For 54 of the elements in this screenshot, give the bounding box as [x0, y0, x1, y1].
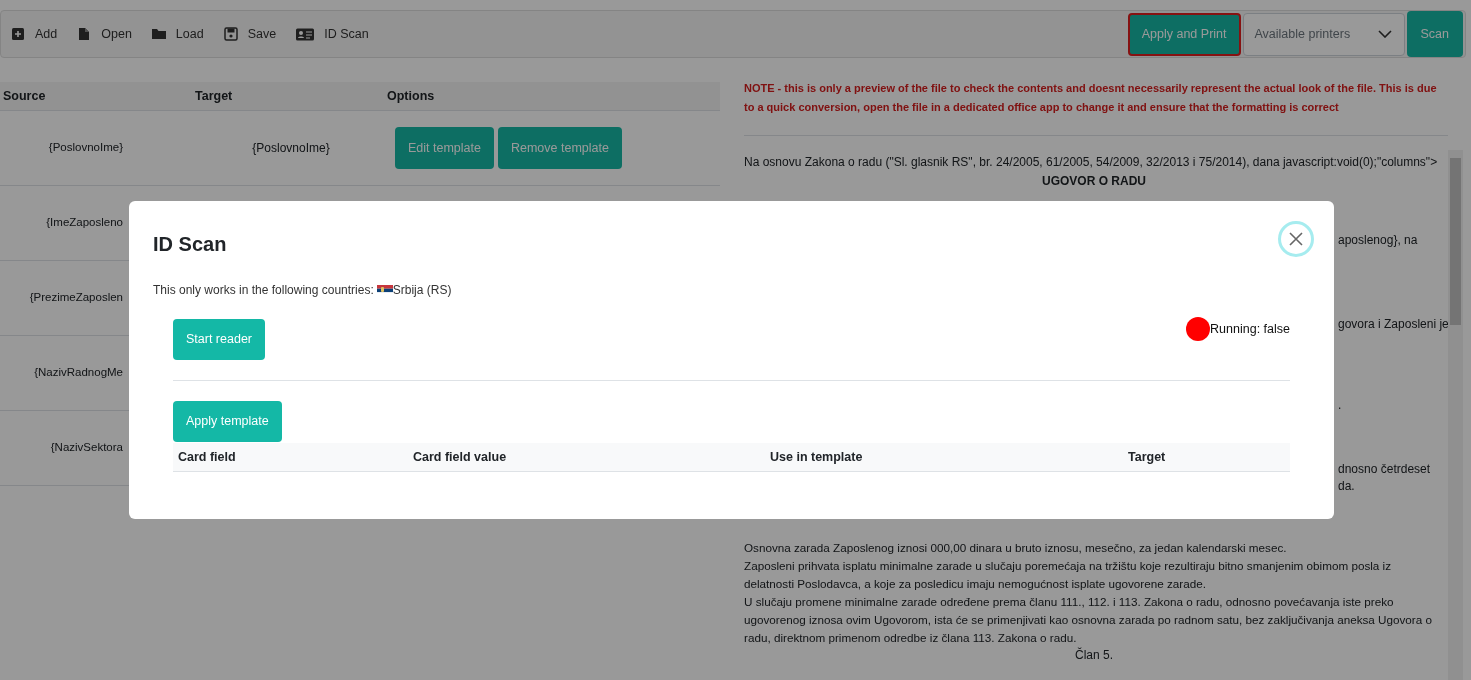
- table-cell-text: {NazivSektora: [50, 440, 123, 456]
- folder-icon: [151, 26, 166, 42]
- document-heading: UGOVOR O RADU: [1042, 173, 1146, 189]
- document-text: Osnovna zarada Zaposlenog iznosi 000,00 dinara u bruto iznosu, mesečno, za jedan kalendarski mesec.: [744, 540, 1287, 556]
- article-heading: Član 5.: [1075, 647, 1113, 664]
- country-name: Srbija (RS): [392, 282, 452, 299]
- status-label: Running: false: [1210, 320, 1290, 338]
- document-text: govora i Zaposleni je: [1338, 316, 1449, 333]
- document-text: delatnosti Poslodavca, a koje za posledicu imaju nemogućnost isplate ugovorene zarade.: [744, 576, 1206, 592]
- id-card-icon: [296, 26, 315, 42]
- printer-select[interactable]: Available printers: [1242, 12, 1405, 56]
- column-header: Target: [195, 87, 234, 105]
- apply-template-button[interactable]: Apply template: [173, 401, 282, 442]
- toolbar-button[interactable]: Save: [223, 24, 277, 44]
- toolbar-button[interactable]: Open: [77, 24, 132, 44]
- document-text: U slučaju promene minimalne zarade određene prema članu 111., 112. i 113. Zakona o radu, odnosno povećavanja iste preko: [744, 594, 1394, 610]
- document-text: da.: [1338, 478, 1355, 495]
- select-placeholder: Available printers: [1254, 25, 1351, 43]
- preview-note: NOTE - this is only a preview of the file to check the contents and doesnt necessarily represent the actual look of the file. This is due to a quick conversion, open the file in a dedicated office app to change it and ensure that the formatting is correct: [744, 79, 1448, 136]
- remove-template-button[interactable]: Remove template: [497, 127, 622, 169]
- document-text: Zaposleni prihvata isplatu minimalne zarade u slučaju poremećaja na tržištu koje rezultiraju bitno smanjenim obimom posla iz: [744, 558, 1392, 574]
- column-header: Target: [1128, 448, 1167, 466]
- column-header: Card field: [178, 448, 237, 466]
- start-reader-button[interactable]: Start reader: [173, 319, 265, 360]
- scan-button[interactable]: Scan: [1406, 11, 1463, 57]
- table-cell-text: {PoslovnoIme}: [252, 140, 330, 157]
- dialog-title: ID Scan: [153, 232, 227, 257]
- file-icon: [77, 26, 92, 42]
- document-text: Na osnovu Zakona o radu ("Sl. glasnik RS", br. 24/2005, 61/2005, 54/2009, 32/2013 i 75/2014), dana javascript:void(0);"columns">: [744, 154, 1438, 171]
- document-text: aposlenog}, na: [1338, 232, 1418, 249]
- document-text: .: [1338, 397, 1342, 414]
- scrollbar[interactable]: [1448, 150, 1463, 680]
- column-header: Options: [387, 87, 436, 105]
- column-header: Use in template: [770, 448, 864, 466]
- toolbar-button[interactable]: Load: [151, 24, 204, 44]
- table-cell-text: {NazivRadnogMe: [34, 365, 123, 381]
- apply-and-print-button[interactable]: Apply and Print: [1127, 12, 1241, 56]
- chevron-down-icon: [1377, 30, 1392, 38]
- table-cell-text: {ImeZaposleno: [46, 215, 123, 231]
- document-text: dnosno četrdeset: [1338, 461, 1431, 478]
- column-header: Card field value: [413, 448, 508, 466]
- table-cell-text: {PoslovnoIme}: [48, 140, 123, 156]
- document-text: radu, direktnom primenom odredbe iz člana 113. Zakona o radu.: [744, 630, 1077, 646]
- close-icon: [1289, 232, 1303, 246]
- close-button[interactable]: [1278, 221, 1314, 257]
- serbia-flag-icon: [376, 284, 393, 296]
- edit-template-button[interactable]: Edit template: [395, 127, 494, 169]
- column-header: Source: [3, 87, 47, 105]
- toolbar-button[interactable]: Add: [11, 24, 58, 44]
- plus-square-icon: [11, 26, 25, 42]
- document-text: ugovorenog iznosa ovim Ugovorom, ista će se primenjivati kao osnovna zarada po radnom satu, bez zaključivanja aneksa Ugovora o: [744, 612, 1432, 628]
- countries-label: This only works in the following countries:: [153, 282, 374, 299]
- table-cell-text: {PrezimeZaposlen: [29, 290, 123, 306]
- toolbar-button[interactable]: ID Scan: [296, 24, 369, 44]
